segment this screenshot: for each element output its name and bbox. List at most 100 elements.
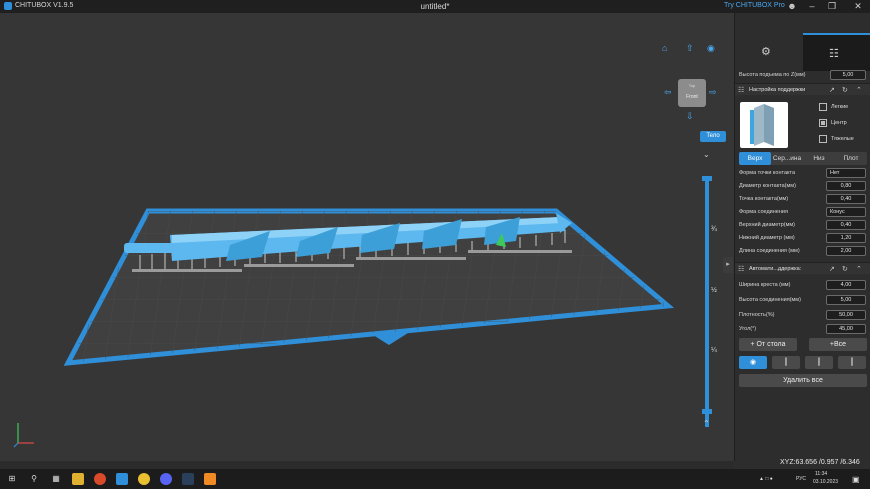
- home-view-icon[interactable]: ⌂: [662, 43, 667, 53]
- contact-shape-label: Форма точки контакта: [739, 170, 795, 176]
- contact-depth-input[interactable]: 0,40: [826, 194, 866, 204]
- preset-medium-checkbox[interactable]: [819, 119, 827, 127]
- delete-all-button[interactable]: Удалить все: [739, 374, 867, 387]
- steam-icon[interactable]: [182, 473, 194, 485]
- angle-input[interactable]: 45,00: [826, 324, 866, 334]
- language-indicator[interactable]: РУС: [796, 476, 806, 482]
- all-button[interactable]: +Все: [809, 338, 867, 351]
- chitubox-taskbar-icon[interactable]: [116, 473, 128, 485]
- app-icon[interactable]: [94, 473, 106, 485]
- upper-diameter-input[interactable]: 0,40: [826, 220, 866, 230]
- support-settings-title: Настройка поддержки: [749, 87, 806, 93]
- notifications-icon[interactable]: ▣: [852, 475, 860, 484]
- export-icon[interactable]: ↗: [829, 265, 835, 273]
- preset-heavy-checkbox[interactable]: [819, 135, 827, 143]
- nav-cube[interactable]: Top Front: [678, 79, 706, 107]
- file-explorer-icon[interactable]: [72, 473, 84, 485]
- cross-width-input[interactable]: 4,00: [826, 280, 866, 290]
- support-preview-icon: [750, 104, 774, 146]
- body-button[interactable]: Тело: [700, 131, 726, 142]
- connection-height-label: Высота соединения(мм): [739, 297, 801, 303]
- field-row: Форма точки контакта Нет: [739, 168, 866, 179]
- upper-diameter-label: Верхний диаметр(мм): [739, 222, 795, 228]
- tab-middle[interactable]: Сер...ина: [771, 152, 803, 165]
- windows-start-icon[interactable]: ⊞: [6, 473, 18, 485]
- tab-supports[interactable]: ☷: [803, 33, 870, 71]
- connection-length-label: Длина соединения (мм): [739, 248, 800, 254]
- supports-pillars-icon: ☷: [829, 48, 839, 60]
- try-pro-link[interactable]: Try CHITUBOX Pro: [724, 2, 785, 9]
- z-slider-bottom-knob[interactable]: [702, 409, 712, 414]
- discord-icon[interactable]: [160, 473, 172, 485]
- field-row: Длина соединения (мм) 2,00: [739, 246, 866, 257]
- chevron-down-icon[interactable]: ⌄: [703, 150, 710, 159]
- tab-settings[interactable]: ⚙: [735, 33, 803, 71]
- support-section-tabs: Верх Сер...ина Низ Плот: [739, 152, 867, 165]
- export-icon[interactable]: ↗: [829, 86, 835, 94]
- minimize-icon[interactable]: –: [802, 0, 822, 13]
- tray-icons[interactable]: ▲ □ ●: [759, 476, 773, 482]
- support-tool-2-icon[interactable]: ┃: [805, 356, 833, 369]
- rotate-down-icon[interactable]: ⇩: [686, 111, 694, 122]
- search-icon[interactable]: ⚲: [28, 473, 40, 485]
- z-label-bottom: ¼: [711, 347, 717, 354]
- chrome-icon[interactable]: [138, 473, 150, 485]
- app-orange-icon[interactable]: [204, 473, 216, 485]
- windows-taskbar: ⊞ ⚲ ▦ ▲ □ ● РУС 11:34 03.10.2023 ▣: [0, 469, 870, 489]
- angle-label: Угол(°): [739, 326, 757, 332]
- refresh-icon[interactable]: ↻: [842, 86, 848, 94]
- field-row: Ширина креста (мм) 4,00: [739, 280, 866, 291]
- clock-time[interactable]: 11:34: [815, 471, 827, 477]
- field-row: Диаметр контакта(мм) 0,80: [739, 181, 866, 192]
- support-settings-header: ☷ Настройка поддержки ↗ ↻ ⌃: [735, 83, 870, 95]
- restore-icon[interactable]: ❐: [822, 0, 842, 13]
- clock-date[interactable]: 03.10.2023: [813, 479, 838, 485]
- tab-bottom[interactable]: Низ: [803, 152, 835, 165]
- rotate-left-icon[interactable]: ⇦: [664, 87, 672, 98]
- tab-density[interactable]: Плот: [835, 152, 867, 165]
- lift-height-input[interactable]: 5,00: [830, 70, 866, 80]
- field-row: Угол(°) 45,00: [739, 324, 866, 335]
- cross-width-label: Ширина креста (мм): [739, 282, 791, 288]
- tab-top[interactable]: Верх: [739, 152, 771, 165]
- connection-length-input[interactable]: 2,00: [826, 246, 866, 256]
- support-panel: ⚙ ☷ Высота подъема по Z(мм) 5,00 ☷ Настр…: [734, 13, 870, 461]
- z-label-top: ¾: [711, 226, 717, 233]
- task-view-icon[interactable]: ▦: [50, 473, 62, 485]
- 3d-viewport[interactable]: ⌂ ⇧ ◉ ⇦ ⇨ ⇩ Top Front Тело ⌄ ¾ ½ ¼ ⌃ ▸: [0, 13, 734, 461]
- preset-light-label: Легкие: [831, 104, 849, 110]
- lower-diameter-input[interactable]: 1,20: [826, 233, 866, 243]
- connection-shape-select[interactable]: Конус: [826, 207, 866, 217]
- refresh-icon[interactable]: ↻: [842, 265, 848, 273]
- auto-support-title: Автомати...ддержка:: [749, 266, 802, 272]
- preset-light-checkbox[interactable]: [819, 103, 827, 111]
- contact-depth-label: Точка контакта(мм): [739, 196, 789, 202]
- nav-cube-top-face[interactable]: Top: [678, 83, 706, 88]
- z-slider-top-knob[interactable]: [702, 176, 712, 181]
- preset-heavy-label: Тяжелые: [831, 136, 854, 142]
- user-icon[interactable]: ☻: [782, 0, 802, 13]
- nav-cube-front-face[interactable]: Front: [678, 94, 706, 100]
- field-row: Высота соединения(мм) 5,00: [739, 295, 866, 306]
- settings-gear-icon: ⚙: [761, 46, 771, 58]
- chevron-up-icon[interactable]: ⌃: [703, 419, 710, 428]
- rotate-right-icon[interactable]: ⇨: [709, 87, 717, 98]
- support-tool-3-icon[interactable]: ┃: [838, 356, 866, 369]
- from-table-button[interactable]: + От стола: [739, 338, 797, 351]
- close-icon[interactable]: ✕: [848, 0, 868, 13]
- z-slider-track[interactable]: [705, 179, 709, 427]
- contact-shape-select[interactable]: Нет: [826, 168, 866, 178]
- visibility-icon[interactable]: ◉: [707, 43, 715, 54]
- chevron-up-icon[interactable]: ⌃: [856, 86, 862, 94]
- rotate-up-icon[interactable]: ⇧: [686, 43, 694, 54]
- connection-height-input[interactable]: 5,00: [826, 295, 866, 305]
- show-supports-icon[interactable]: ◉: [739, 356, 767, 369]
- build-plate-scene[interactable]: [0, 13, 734, 461]
- chevron-up-icon[interactable]: ⌃: [856, 265, 862, 273]
- panel-collapse-icon[interactable]: ▸: [723, 257, 733, 273]
- panel-tabs: ⚙ ☷: [735, 33, 870, 71]
- contact-diameter-input[interactable]: 0,80: [826, 181, 866, 191]
- field-row: Точка контакта(мм) 0,40: [739, 194, 866, 205]
- support-tool-1-icon[interactable]: ┃: [772, 356, 800, 369]
- density-input[interactable]: 50,00: [826, 310, 866, 320]
